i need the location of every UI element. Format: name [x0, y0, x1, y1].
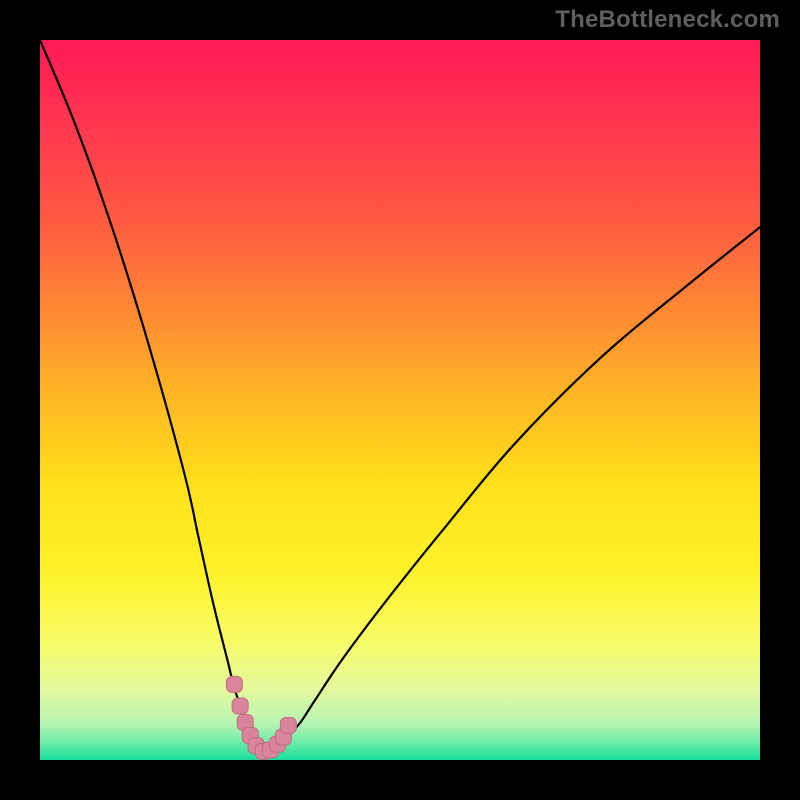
chart-overlay: [40, 40, 760, 760]
highlight-marker: [232, 698, 248, 714]
bottleneck-curve: [40, 40, 760, 754]
watermark-label: TheBottleneck.com: [555, 6, 780, 34]
highlight-marker: [280, 717, 296, 733]
plot-area: [40, 40, 760, 760]
figure-root: TheBottleneck.com: [0, 0, 800, 800]
highlight-marker: [226, 676, 242, 692]
highlight-markers: [226, 676, 296, 759]
